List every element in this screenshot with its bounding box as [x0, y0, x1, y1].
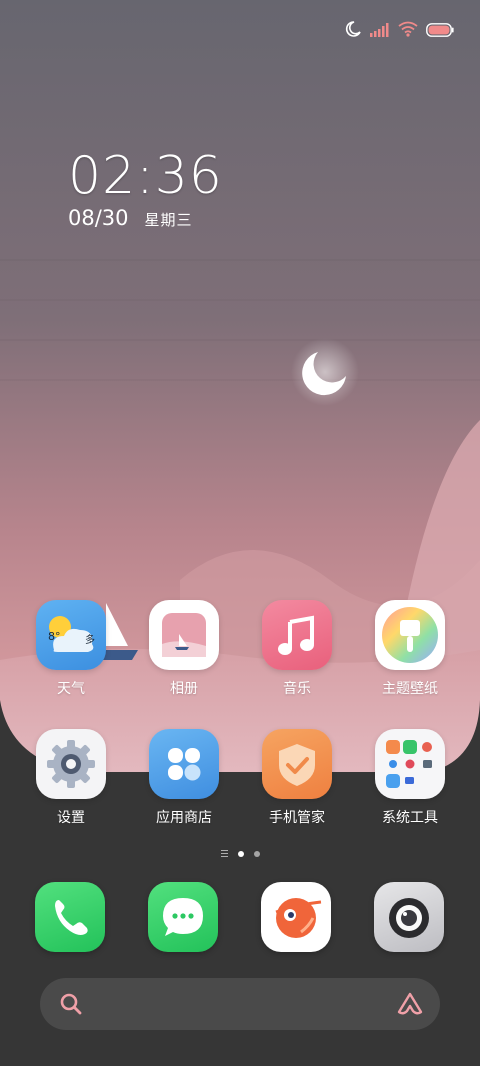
menu-lines-icon: [220, 850, 228, 857]
app-label: 相册: [170, 681, 198, 697]
moon-icon: [344, 20, 362, 42]
settings-gear-icon: [36, 729, 106, 799]
assistant-icon[interactable]: [396, 991, 424, 1021]
app-weather[interactable]: 8° 多 天气: [21, 600, 121, 698]
search-bar[interactable]: [40, 978, 440, 1030]
signal-icon: [370, 22, 390, 41]
dock-browser[interactable]: [261, 882, 331, 952]
themes-icon: [375, 600, 445, 670]
app-label: 主题壁纸: [382, 681, 438, 697]
dock-messages[interactable]: [148, 882, 218, 952]
security-shield-icon: [262, 729, 332, 799]
clock-time: 02:36: [68, 146, 223, 206]
browser-planet-icon: [275, 898, 322, 938]
app-themes[interactable]: 主题壁纸: [360, 600, 460, 698]
app-label: 系统工具: [382, 810, 438, 826]
app-label: 天气: [57, 681, 85, 697]
status-bar: [344, 18, 454, 44]
tools-folder-icon: [375, 729, 445, 799]
wifi-icon: [398, 21, 418, 41]
app-label: 手机管家: [269, 810, 325, 826]
battery-icon: [426, 22, 454, 41]
weather-icon: 8° 多: [36, 600, 106, 670]
phone-icon: [55, 900, 88, 935]
weather-temperature: 8°: [48, 630, 61, 643]
app-gallery[interactable]: 相册: [134, 600, 234, 698]
page-dot: [253, 850, 260, 857]
search-icon[interactable]: [58, 991, 84, 1021]
app-store[interactable]: 应用商店: [134, 729, 234, 827]
music-icon: [262, 600, 332, 670]
app-label: 设置: [57, 810, 85, 826]
date-row: 08/30 星期三: [68, 206, 223, 230]
app-settings[interactable]: 设置: [21, 729, 121, 827]
app-phone-manager[interactable]: 手机管家: [247, 729, 347, 827]
page-indicator[interactable]: [0, 850, 480, 857]
dock-phone[interactable]: [35, 882, 105, 952]
clock-widget[interactable]: 02:36 08/30 星期三: [68, 148, 223, 230]
messages-icon: [163, 898, 203, 936]
gallery-icon: [149, 600, 219, 670]
weather-condition: 多: [85, 635, 95, 646]
dock-camera[interactable]: [374, 882, 444, 952]
app-store-icon: [149, 729, 219, 799]
camera-icon: [389, 898, 429, 938]
app-label: 应用商店: [156, 810, 212, 826]
clock-date: 08/30: [68, 206, 129, 230]
app-music[interactable]: 音乐: [247, 600, 347, 698]
clock-weekday: 星期三: [144, 211, 193, 229]
app-label: 音乐: [283, 681, 311, 697]
page-dot-active: [237, 850, 244, 857]
app-tools-folder[interactable]: 系统工具: [360, 729, 460, 827]
